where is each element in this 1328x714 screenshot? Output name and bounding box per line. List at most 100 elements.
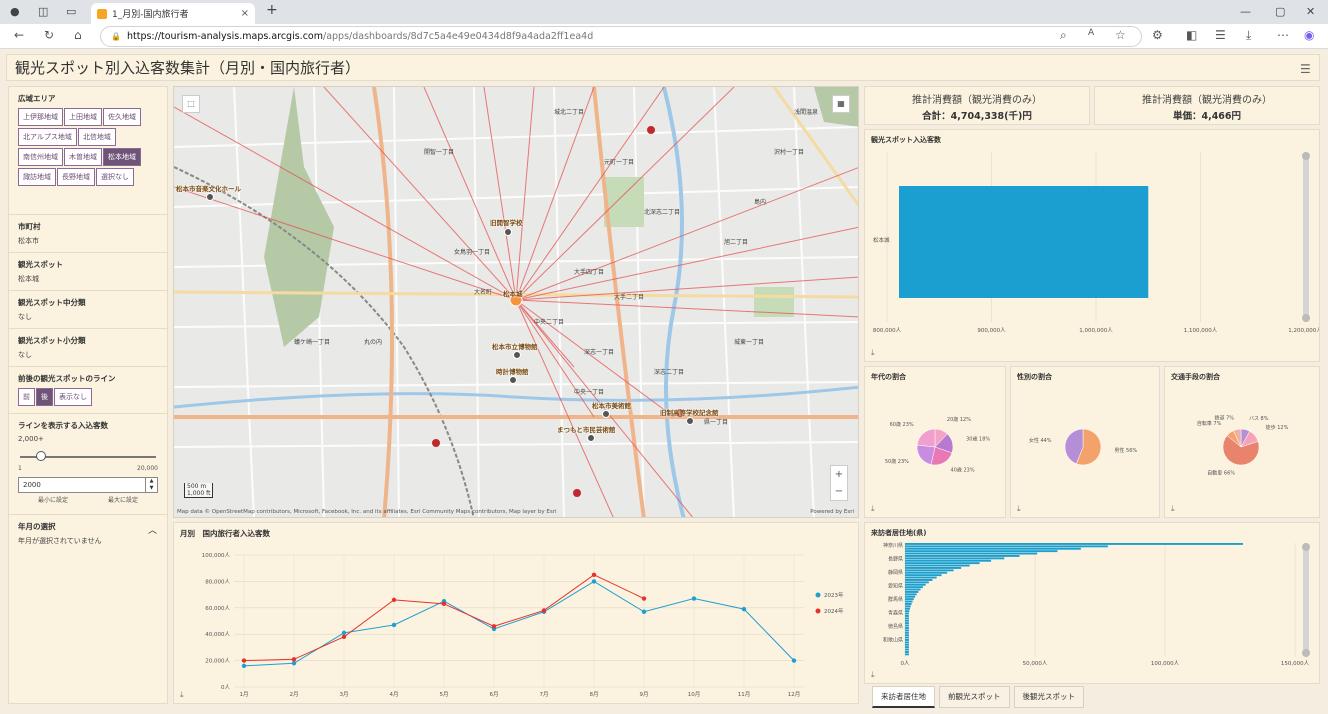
extensions-icon[interactable]: ⚙ <box>1152 28 1163 42</box>
split-screen-icon[interactable]: ◧ <box>1186 28 1197 42</box>
download-icon[interactable]: ⤓ <box>180 690 184 700</box>
area-button[interactable]: 南信州地域 <box>18 148 63 166</box>
more-icon[interactable]: ⋯ <box>1277 28 1289 42</box>
download-icon[interactable]: ⤓ <box>1017 504 1021 514</box>
poi-label[interactable]: 松本市立博物館 <box>492 341 538 351</box>
maximize-icon[interactable]: ▢ <box>1275 5 1285 18</box>
back-icon[interactable]: ← <box>14 28 24 42</box>
browser-tab[interactable]: 1_月別-国内旅行者 × <box>91 3 255 24</box>
close-tab-icon[interactable]: × <box>241 8 249 19</box>
line-button[interactable]: 後 <box>36 388 53 406</box>
poi-marker[interactable] <box>602 410 610 418</box>
poi-label[interactable]: 松本市音楽文化ホール <box>176 183 241 193</box>
poi-marker[interactable] <box>509 376 517 384</box>
workspaces-icon[interactable]: ◫ <box>38 5 48 18</box>
line-button[interactable]: 前 <box>18 388 35 406</box>
spot-value[interactable]: 松本城 <box>18 274 158 284</box>
transport-pie-panel: 交通手段の割合 バス 8% 徒歩 12% 自動車 66% 自転車 7% 鉄道 7% ⤓ <box>1164 366 1320 518</box>
x-tick-label: 10月 <box>688 691 701 698</box>
threshold-input[interactable]: 2000 <box>18 477 147 493</box>
pie-label: 60歳 23% <box>890 421 914 428</box>
area-button[interactable]: 佐久地域 <box>103 108 141 126</box>
collections-icon[interactable]: ☰ <box>1215 28 1226 42</box>
area-button[interactable]: 木曽地域 <box>64 148 102 166</box>
slider-handle[interactable] <box>36 451 46 461</box>
collapse-icon[interactable]: ︿ <box>148 523 157 536</box>
city-value[interactable]: 松本市 <box>18 236 158 246</box>
data-point <box>341 630 347 636</box>
area-button[interactable]: 北信地域 <box>77 128 116 146</box>
zoom-out-icon[interactable]: − <box>831 483 847 500</box>
age-pie-chart: 20歳 12% 30歳 18% 40歳 23% 50歳 23% 60歳 23% <box>885 416 991 473</box>
poi-marker[interactable] <box>504 228 512 236</box>
y-tick-label: 60,000人 <box>205 605 230 612</box>
poi-marker[interactable] <box>206 193 214 201</box>
favorite-icon[interactable]: ☆ <box>1115 28 1126 42</box>
zoom-in-icon[interactable]: + <box>831 466 847 483</box>
area-button[interactable]: 長野地域 <box>57 168 95 186</box>
poi-label[interactable]: 松本城 <box>503 288 523 298</box>
poi-marker[interactable] <box>513 351 521 359</box>
poi-label[interactable]: 時計博物館 <box>496 366 529 376</box>
line-button[interactable]: 表示なし <box>54 388 92 406</box>
new-tab-icon[interactable]: + <box>266 2 278 18</box>
poi-label[interactable]: まつもと市民芸術館 <box>557 424 615 434</box>
area-button[interactable]: 北アルプス地域 <box>18 128 77 146</box>
home-icon[interactable]: ⌂ <box>74 28 82 42</box>
copilot-icon[interactable]: ◉ <box>1304 28 1314 42</box>
poi-marker[interactable] <box>686 417 694 425</box>
threshold-slider[interactable] <box>18 449 158 465</box>
download-icon[interactable]: ⤓ <box>1246 28 1251 43</box>
threshold-label: ラインを表示する入込客数 <box>18 421 108 430</box>
poi-label[interactable]: 旧制高等学校記念館 <box>660 407 719 417</box>
url-path: /apps/dashboards/8d7c5a4e49e0434d8f9a4ad… <box>323 31 594 42</box>
poi-label[interactable]: 松本市美術館 <box>592 400 631 410</box>
kpi-total-title: 推計消費額（観光消費のみ） <box>912 95 1042 106</box>
profile-icon[interactable]: ● <box>10 5 20 18</box>
poi-marker[interactable] <box>587 434 595 442</box>
set-min-button[interactable]: 最小に設定 <box>38 495 68 504</box>
area-button[interactable]: 諏訪地域 <box>18 168 56 186</box>
bar <box>905 631 909 634</box>
area-button[interactable]: 選択なし <box>96 168 134 186</box>
download-icon[interactable]: ⤓ <box>1171 504 1175 514</box>
close-window-icon[interactable]: ✕ <box>1306 5 1315 18</box>
bar <box>905 600 913 603</box>
bar <box>905 569 954 572</box>
powered-by[interactable]: Powered by Esri <box>810 509 854 515</box>
reload-icon[interactable]: ↻ <box>44 28 54 42</box>
tab-actions-icon[interactable]: ▭ <box>66 5 76 18</box>
area-button[interactable]: 松本地域 <box>103 148 141 166</box>
set-max-button[interactable]: 最大に設定 <box>108 495 138 504</box>
basemap-icon[interactable]: ▦ <box>832 95 850 113</box>
zoom-icon[interactable]: ⌕ <box>1060 28 1067 43</box>
bottom-tab[interactable]: 後観光スポット <box>1013 686 1084 708</box>
url-field[interactable]: 🔒 https://tourism-analysis.maps.arcgis.c… <box>100 26 1142 47</box>
area-button[interactable]: 上田地域 <box>64 108 102 126</box>
read-aloud-icon[interactable]: A <box>1088 28 1094 38</box>
threshold-stepper[interactable]: ▲ ▼ <box>146 477 158 493</box>
spot-bar-chart-panel: 観光スポット入込客数 800,000人 900,000人 1,000,000人 1,1… <box>864 129 1320 362</box>
pie-label: 自動車 66% <box>1207 470 1235 477</box>
download-icon[interactable]: ⤓ <box>871 670 875 680</box>
bottom-tab[interactable]: 前観光スポット <box>939 686 1010 708</box>
data-point <box>441 601 447 607</box>
bar <box>905 639 909 641</box>
bar <box>905 603 912 605</box>
dashboard-menu-icon[interactable]: ☰ <box>1300 62 1311 76</box>
bottom-tab[interactable]: 来訪者居住地 <box>872 686 935 708</box>
poi-label[interactable]: 旧開智学校 <box>490 217 523 227</box>
data-point <box>791 658 797 663</box>
small-category-value[interactable]: なし <box>18 350 158 360</box>
map-view[interactable]: 城北二丁目 開智一丁目 大手四丁目 中央二丁目 深志一丁目 城東一丁目 北深志二丁目 大手二丁… <box>173 86 859 518</box>
bar <box>905 653 909 656</box>
bar <box>905 607 910 610</box>
data-point <box>391 597 397 603</box>
download-icon[interactable]: ⤓ <box>871 504 875 514</box>
area-button[interactable]: 上伊那地域 <box>18 108 63 126</box>
mid-category-value[interactable]: なし <box>18 312 158 322</box>
download-icon[interactable]: ⤓ <box>871 348 875 358</box>
minimize-icon[interactable]: — <box>1240 5 1251 18</box>
bar <box>905 612 909 615</box>
select-tool-icon[interactable]: ⬚ <box>182 95 200 113</box>
